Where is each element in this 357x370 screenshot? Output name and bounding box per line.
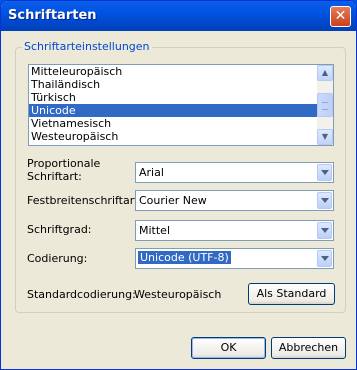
charset-list: Mitteleuropäisch Thailändisch Türkisch Unic… (29, 65, 333, 143)
window-title: Schriftarten (8, 8, 97, 23)
list-item[interactable]: Unicode (29, 104, 333, 117)
title-bar[interactable]: Schriftarten ✕ (1, 1, 356, 31)
fixed-font-label: Festbreitenschriftart: (27, 194, 143, 207)
list-item[interactable]: Türkisch (29, 91, 333, 104)
font-size-label: Schriftgrad: (27, 223, 92, 236)
fixed-font-value: Courier New (139, 194, 207, 207)
list-item[interactable]: Vietnamesisch (29, 117, 333, 130)
proportional-font-select[interactable]: Arial (135, 162, 334, 183)
arrow-up-icon: ▲ (321, 68, 329, 77)
font-settings-dialog: Schriftarten ✕ Schriftarteinstellungen M… (0, 0, 357, 370)
list-scrollbar[interactable]: ▲ ▼ (317, 65, 333, 145)
charset-listbox[interactable]: Mitteleuropäisch Thailändisch Türkisch Unic… (28, 64, 334, 146)
default-encoding-label: Standardcodierung: (27, 288, 136, 301)
encoding-value: Unicode (UTF-8) (137, 250, 232, 265)
font-size-value: Mittel (139, 224, 170, 237)
cancel-button[interactable]: Abbrechen (271, 337, 346, 359)
encoding-select[interactable]: Unicode (UTF-8) (135, 248, 334, 269)
dialog-body: Schriftarteinstellungen Mitteleuropäisch… (4, 31, 353, 367)
scroll-down-button[interactable]: ▼ (317, 129, 333, 145)
ok-button[interactable]: OK (191, 337, 266, 359)
chevron-down-icon[interactable] (317, 164, 332, 181)
group-label: Schriftarteinstellungen (22, 40, 152, 53)
chevron-down-icon[interactable] (317, 222, 332, 239)
scroll-thumb[interactable] (317, 93, 333, 117)
chevron-down-icon[interactable] (317, 192, 332, 209)
set-default-button[interactable]: Als Standard (248, 283, 335, 305)
chevron-down-icon[interactable] (317, 250, 332, 267)
close-button[interactable]: ✕ (330, 6, 351, 27)
proportional-font-value: Arial (139, 166, 164, 179)
list-item[interactable]: Mitteleuropäisch (29, 65, 333, 78)
list-item[interactable]: Thailändisch (29, 78, 333, 91)
list-item[interactable]: Westeuropäisch (29, 130, 333, 143)
proportional-font-label: Proportionale Schriftart: (27, 157, 101, 183)
default-encoding-value: Westeuropäisch (134, 288, 222, 301)
fixed-font-select[interactable]: Courier New (135, 190, 334, 211)
encoding-label: Codierung: (27, 252, 88, 265)
arrow-down-icon: ▼ (321, 132, 329, 141)
font-size-select[interactable]: Mittel (135, 220, 334, 241)
close-icon: ✕ (334, 8, 347, 24)
font-settings-group: Schriftarteinstellungen Mitteleuropäisch… (15, 40, 346, 313)
scroll-up-button[interactable]: ▲ (317, 65, 333, 81)
